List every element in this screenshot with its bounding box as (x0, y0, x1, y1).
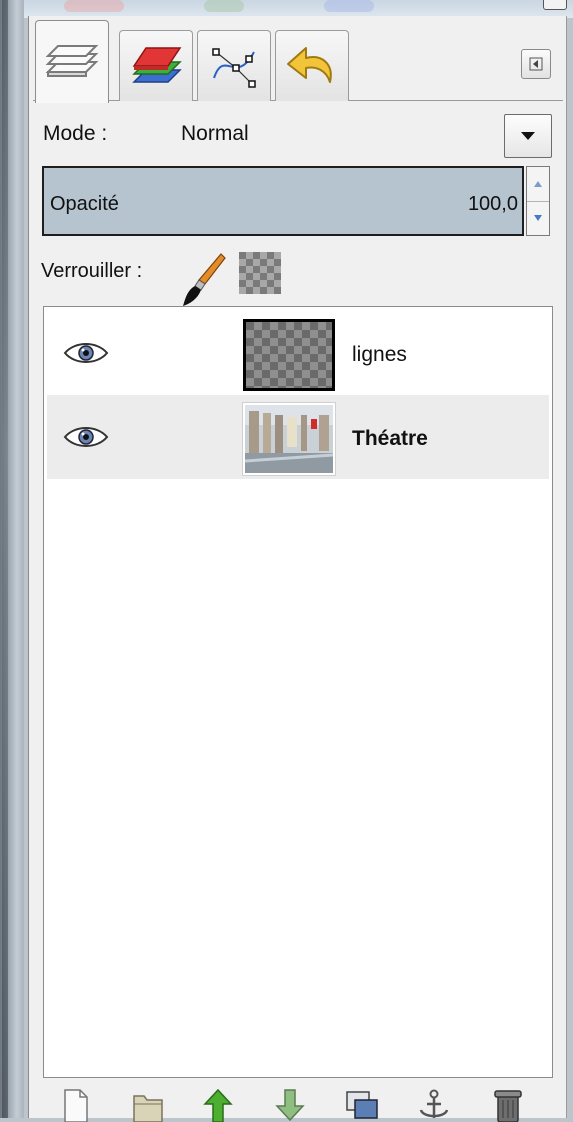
opacity-slider[interactable]: Opacité 100,0 (42, 166, 524, 236)
opacity-increase-button[interactable] (527, 167, 549, 202)
mode-label: Mode : (43, 122, 108, 145)
mode-dropdown-button[interactable] (504, 114, 552, 158)
triangle-left-icon (529, 57, 543, 71)
new-layer-button[interactable] (59, 1088, 93, 1122)
duplicate-layer-icon (346, 1091, 378, 1119)
delete-layer-icon (494, 1090, 522, 1122)
tab-layers[interactable] (35, 20, 109, 103)
lower-layer-button[interactable] (273, 1088, 307, 1122)
anchor-layer-button[interactable] (417, 1088, 451, 1122)
tab-undo-history[interactable] (275, 30, 349, 101)
layer-name[interactable]: Théatre (352, 427, 428, 451)
dock-tabs (33, 18, 563, 103)
lock-alpha-checker-icon[interactable] (239, 252, 281, 294)
layer-name[interactable]: lignes (352, 343, 407, 367)
layer-thumbnail[interactable] (243, 319, 335, 391)
layers-toolbar (43, 1082, 563, 1122)
window-corner-button[interactable] (543, 0, 567, 10)
layers-icon (45, 45, 99, 77)
new-layer-icon (64, 1089, 88, 1122)
tab-channels[interactable] (119, 30, 193, 101)
layers-list: lignes Théatre (43, 306, 553, 1078)
delete-layer-button[interactable] (491, 1088, 525, 1122)
mode-value[interactable]: Normal (181, 122, 249, 146)
duplicate-layer-button[interactable] (345, 1088, 379, 1122)
eye-visibility-icon[interactable] (63, 423, 109, 451)
arrow-up-icon (534, 181, 542, 187)
arrow-down-icon (534, 215, 542, 221)
undo-icon (287, 47, 332, 83)
new-group-icon (133, 1095, 163, 1122)
tab-paths[interactable] (197, 30, 271, 101)
anchor-layer-icon (419, 1089, 449, 1118)
lock-pixels-brush-icon[interactable] (181, 250, 227, 308)
layers-dock-panel: Mode : Normal Opacité 100,0 Verrouiller … (28, 16, 567, 1122)
new-layer-group-button[interactable] (131, 1088, 165, 1122)
channels-icon (132, 47, 182, 83)
chevron-down-icon (521, 132, 535, 140)
opacity-value: 100,0 (467, 193, 518, 215)
dock-menu-button[interactable] (521, 49, 551, 79)
lock-label: Verrouiller : (41, 260, 143, 282)
photo-thumbnail-image (245, 405, 333, 473)
layer-row[interactable]: lignes (47, 311, 549, 395)
opacity-decrease-button[interactable] (527, 201, 549, 235)
eye-visibility-icon[interactable] (63, 339, 109, 367)
raise-layer-icon (203, 1088, 233, 1122)
opacity-label: Opacité (50, 193, 119, 215)
opacity-spinner[interactable] (526, 166, 550, 236)
layer-row-selected[interactable]: Théatre (47, 395, 549, 479)
window-frame-left (0, 0, 24, 1118)
raise-layer-button[interactable] (201, 1088, 235, 1122)
lower-layer-icon (275, 1089, 305, 1122)
paths-icon (212, 48, 256, 88)
layer-thumbnail-photo[interactable] (243, 403, 335, 475)
